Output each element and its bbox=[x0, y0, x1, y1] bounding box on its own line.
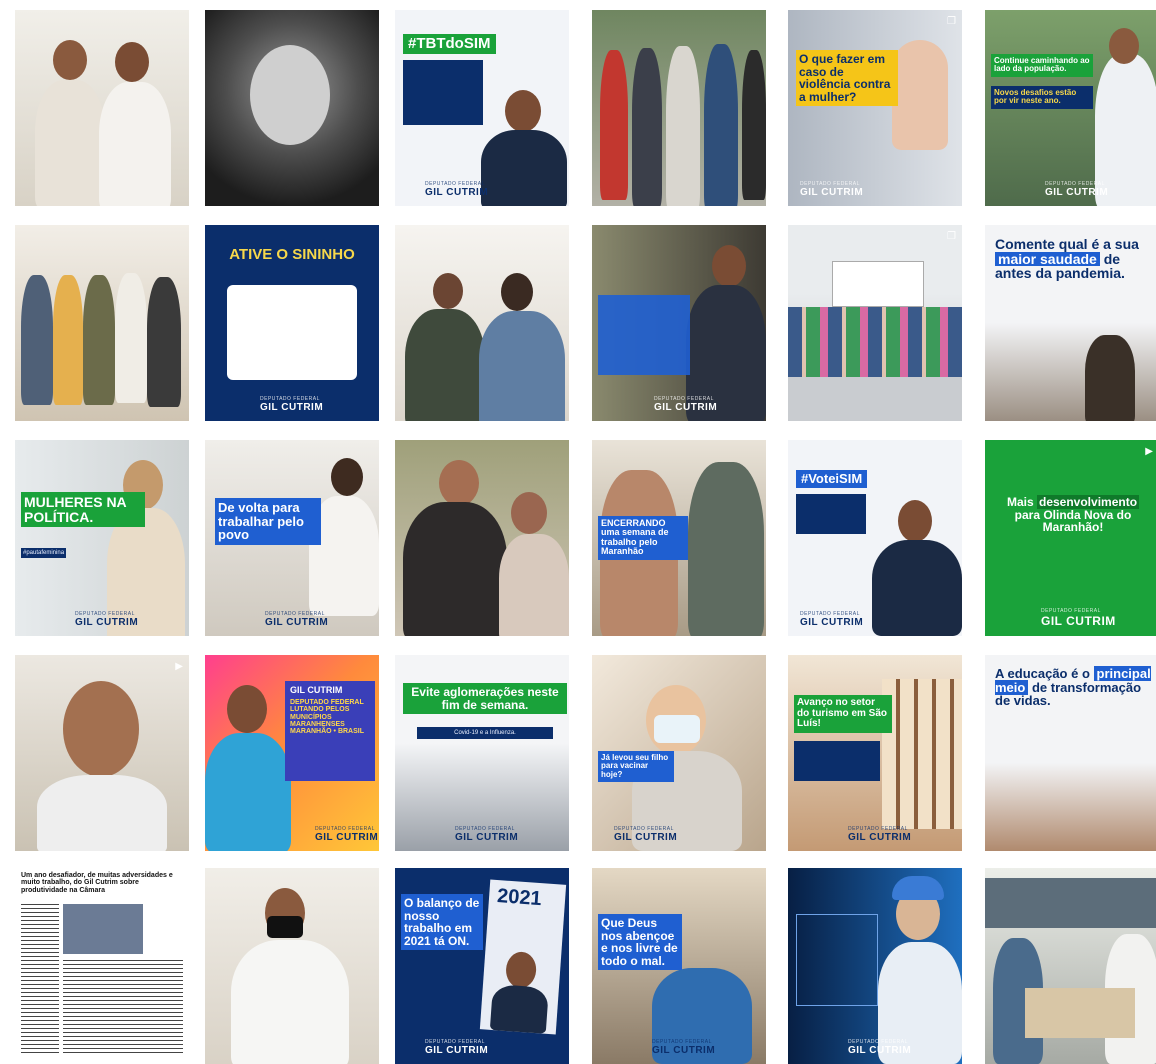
encerrando-title: ENCERRANDO uma semana de trabalho pelo M… bbox=[598, 516, 688, 560]
brand-logo: DEPUTADO FEDERAL GIL CUTRIM bbox=[800, 611, 864, 628]
crowd bbox=[788, 307, 962, 377]
table bbox=[788, 377, 962, 421]
brand-logo: DEPUTADO FEDERAL GIL CUTRIM bbox=[425, 181, 489, 198]
right-grid: O que fazer em caso de violência contra … bbox=[588, 0, 1156, 1064]
article-title: Um ano desafiador, de muitas adversidade… bbox=[21, 872, 173, 894]
post-man-and-woman[interactable] bbox=[395, 440, 569, 636]
post-gil-cutrim-colorful[interactable]: GIL CUTRIM DEPUTADO FEDERAL LUTANDO PELO… bbox=[205, 655, 379, 851]
brand-logo: DEPUTADO FEDERAL GIL CUTRIM bbox=[260, 396, 324, 413]
post-selfie[interactable]: ▶ bbox=[15, 655, 189, 851]
poster-text: DEPUTADO FEDERAL LUTANDO PELOS MUNICÍPIO… bbox=[290, 699, 365, 736]
poster-text-box: GIL CUTRIM DEPUTADO FEDERAL LUTANDO PELO… bbox=[285, 681, 375, 781]
article-body bbox=[63, 960, 183, 1054]
tbt-text-box bbox=[403, 60, 483, 125]
post-educacao[interactable]: A educação é o principal meio de transfo… bbox=[985, 655, 1156, 851]
article-photo bbox=[63, 904, 143, 954]
post-mais-desenvolvimento[interactable]: Mais desenvolvimento para Olinda Nova do… bbox=[985, 440, 1156, 636]
turismo-title: Avanço no setor do turismo em São Luís! bbox=[794, 695, 892, 733]
educacao-title: A educação é o principal meio de transfo… bbox=[995, 666, 1151, 709]
post-encerrando-semana[interactable]: ENCERRANDO uma semana de trabalho pelo M… bbox=[592, 440, 766, 636]
brand-logo: DEPUTADO FEDERAL GIL CUTRIM bbox=[75, 611, 139, 628]
post-balanco-2021[interactable]: O balanço de nosso trabalho em 2021 tá O… bbox=[395, 868, 569, 1064]
post-men-walking[interactable] bbox=[592, 10, 766, 206]
surgical-cap bbox=[892, 876, 944, 900]
video-icon: ▶ bbox=[175, 661, 183, 672]
raised-hand bbox=[892, 40, 948, 150]
brand-logo: DEPUTADO FEDERAL GIL CUTRIM bbox=[265, 611, 329, 628]
sininho-title: ATIVE O SININHO bbox=[229, 246, 355, 263]
brand-logo: DEPUTADO FEDERAL GIL CUTRIM bbox=[315, 826, 379, 843]
face-mask bbox=[654, 715, 700, 743]
post-medical-worker[interactable]: DEPUTADO FEDERAL GIL CUTRIM bbox=[788, 868, 962, 1064]
face-mask bbox=[267, 916, 303, 938]
post-office-desks[interactable] bbox=[985, 868, 1156, 1064]
votei-text-box bbox=[796, 494, 866, 534]
balanco-year: 2021 bbox=[496, 885, 543, 911]
continue-title: Continue caminhando ao lado da população… bbox=[991, 54, 1093, 77]
post-ative-sininho[interactable]: ATIVE O SININHO DEPUTADO FEDERAL GIL CUTR… bbox=[205, 225, 379, 421]
calendar-card: 2021 bbox=[479, 879, 567, 1035]
projection-screen bbox=[832, 261, 924, 307]
post-continue-caminhando[interactable]: Continue caminhando ao lado da população… bbox=[985, 10, 1156, 206]
post-evite-aglomeracoes[interactable]: Evite aglomerações neste fim de semana. … bbox=[395, 655, 569, 851]
devolta-title: De volta para trabalhar pelo povo bbox=[215, 498, 321, 545]
brand-logo: DEPUTADO FEDERAL GIL CUTRIM bbox=[455, 826, 519, 843]
post-que-deus[interactable]: Que Deus nos abençoe e nos livre de todo… bbox=[592, 868, 766, 1064]
phone-mockup bbox=[227, 285, 357, 380]
post-bw-portrait[interactable] bbox=[205, 10, 379, 206]
brand-logo: DEPUTADO FEDERAL GIL CUTRIM bbox=[848, 826, 912, 843]
brand-logo: DEPUTADO FEDERAL GIL CUTRIM bbox=[654, 396, 718, 413]
brand-logo: DEPUTADO FEDERAL GIL CUTRIM bbox=[425, 1039, 489, 1056]
carousel-icon: ❐ bbox=[947, 16, 956, 27]
quote-box bbox=[796, 914, 878, 1006]
post-two-men-thumbs-up[interactable] bbox=[395, 225, 569, 421]
mulheres-title: MULHERES NA POLÍTICA. bbox=[21, 492, 145, 528]
post-violencia-mulher[interactable]: O que fazer em caso de violência contra … bbox=[788, 10, 962, 206]
post-office-signing[interactable]: DEPUTADO FEDERAL GIL CUTRIM bbox=[592, 225, 766, 421]
mais-title: Mais desenvolvimento para Olinda Nova do… bbox=[1006, 495, 1140, 535]
brand-logo: DEPUTADO FEDERAL GIL CUTRIM bbox=[1041, 608, 1116, 628]
post-group-five-men[interactable] bbox=[15, 225, 189, 421]
left-grid: #TBTdoSIM DEPUTADO FEDERAL GIL CUTRIM ATI… bbox=[10, 0, 570, 1064]
aglomeracoes-sub: Covid-19 e a Influenza. bbox=[417, 727, 553, 739]
tbt-title: #TBTdoSIM bbox=[403, 34, 496, 54]
violencia-title: O que fazer em caso de violência contra … bbox=[796, 50, 898, 107]
desk bbox=[1025, 988, 1135, 1038]
balanco-title: O balanço de nosso trabalho em 2021 tá O… bbox=[401, 894, 483, 951]
brand-logo: DEPUTADO FEDERAL GIL CUTRIM bbox=[614, 826, 678, 843]
post-peace-sign[interactable] bbox=[205, 868, 379, 1064]
post-tbt-do-sim[interactable]: #TBTdoSIM DEPUTADO FEDERAL GIL CUTRIM bbox=[395, 10, 569, 206]
post-turismo-sao-luis[interactable]: Avanço no setor do turismo em São Luís! … bbox=[788, 655, 962, 851]
turismo-text-box bbox=[794, 741, 880, 781]
post-maior-saudade[interactable]: Comente qual é a sua maior saudade de an… bbox=[985, 225, 1156, 421]
deus-title: Que Deus nos abençoe e nos livre de todo… bbox=[598, 914, 682, 971]
video-icon: ▶ bbox=[1145, 446, 1153, 457]
post-vacina-crianca[interactable]: Já levou seu filho para vacinar hoje? DE… bbox=[592, 655, 766, 851]
carousel-icon: ❐ bbox=[947, 231, 956, 242]
post-news-article[interactable]: Um ano desafiador, de muitas adversidade… bbox=[15, 868, 189, 1064]
window bbox=[985, 878, 1156, 928]
post-meeting-crowd[interactable]: ❐ bbox=[788, 225, 962, 421]
brand-logo: DEPUTADO FEDERAL GIL CUTRIM bbox=[1045, 181, 1109, 198]
mulheres-hashtag: #pautafeminina bbox=[21, 548, 67, 558]
aglomeracoes-title: Evite aglomerações neste fim de semana. bbox=[403, 683, 567, 715]
post-two-men-masks[interactable] bbox=[15, 10, 189, 206]
colonial-building bbox=[882, 679, 962, 829]
continue-sub: Novos desafios estão por vir neste ano. bbox=[991, 86, 1093, 109]
post-votei-sim[interactable]: #VoteiSIM DEPUTADO FEDERAL GIL CUTRIM bbox=[788, 440, 962, 636]
text-box bbox=[598, 295, 690, 375]
saudade-title: Comente qual é a sua maior saudade de an… bbox=[995, 236, 1139, 282]
post-de-volta[interactable]: De volta para trabalhar pelo povo DEPUTA… bbox=[205, 440, 379, 636]
article-column bbox=[21, 904, 59, 1054]
votei-title: #VoteiSIM bbox=[796, 470, 868, 488]
vacina-title: Já levou seu filho para vacinar hoje? bbox=[598, 751, 674, 783]
post-mulheres-na-politica[interactable]: MULHERES NA POLÍTICA. #pautafeminina DEP… bbox=[15, 440, 189, 636]
brand-logo: DEPUTADO FEDERAL GIL CUTRIM bbox=[848, 1039, 912, 1056]
brand-logo: DEPUTADO FEDERAL GIL CUTRIM bbox=[800, 181, 864, 198]
poster-name: GIL CUTRIM bbox=[290, 685, 343, 695]
brand-logo: DEPUTADO FEDERAL GIL CUTRIM bbox=[652, 1039, 716, 1056]
